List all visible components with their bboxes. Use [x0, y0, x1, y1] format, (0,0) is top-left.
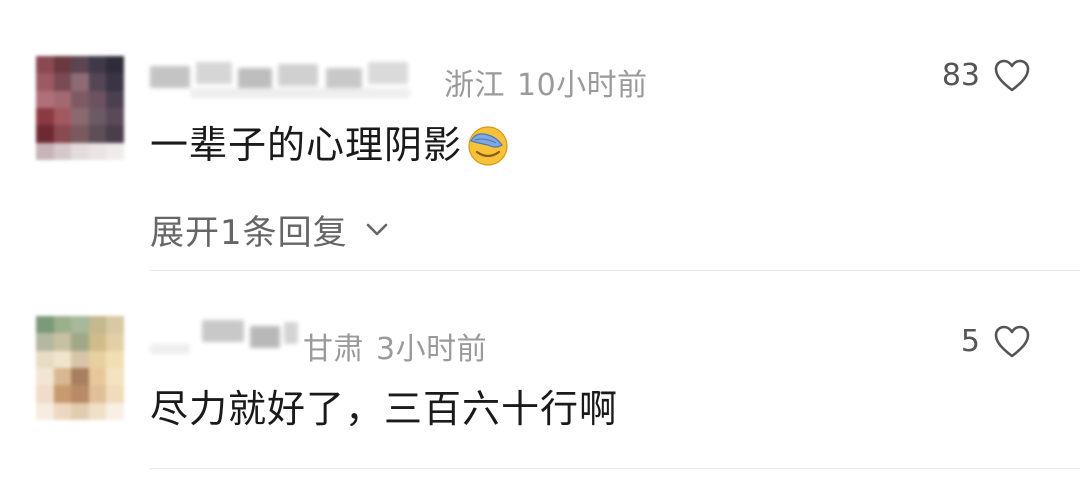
username-blurred[interactable]	[150, 60, 430, 100]
heart-icon	[994, 59, 1030, 91]
comment-list: 浙江 10小时前 83 一辈子的心理阴影 展开1条回复 甘肃 3小时前 5 尽力…	[0, 0, 1080, 487]
divider	[150, 270, 1080, 271]
comment-body: 尽力就好了，三百六十行啊	[150, 387, 619, 431]
expand-replies-button[interactable]: 展开1条回复	[150, 205, 388, 254]
face-with-hand-over-eyes-icon	[468, 125, 508, 166]
time-label: 10小时前	[517, 68, 648, 103]
time-label: 3小时前	[376, 332, 488, 367]
comment-body: 一辈子的心理阴影	[150, 123, 463, 167]
comment-text: 一辈子的心理阴影	[150, 114, 510, 169]
location-label: 甘肃	[303, 332, 364, 367]
comment-text: 尽力就好了，三百六十行啊	[150, 378, 618, 433]
like-count: 83	[941, 58, 980, 93]
like-button[interactable]: 5	[961, 324, 1030, 359]
avatar[interactable]	[36, 316, 124, 420]
comment-item: 甘肃 3小时前 5 尽力就好了，三百六十行啊	[0, 272, 1080, 487]
expand-replies-label: 展开1条回复	[150, 213, 348, 253]
heart-icon	[994, 325, 1030, 357]
like-count: 5	[960, 324, 980, 359]
location-label: 浙江	[444, 68, 505, 103]
comment-meta: 甘肃 3小时前	[303, 324, 487, 368]
comment-item: 浙江 10小时前 83 一辈子的心理阴影 展开1条回复	[0, 0, 1080, 272]
avatar[interactable]	[36, 56, 124, 160]
divider	[150, 468, 1080, 469]
username-blurred[interactable]	[150, 318, 300, 358]
chevron-down-icon	[366, 223, 387, 235]
comment-meta: 浙江 10小时前	[444, 60, 648, 104]
like-button[interactable]: 83	[942, 58, 1030, 93]
